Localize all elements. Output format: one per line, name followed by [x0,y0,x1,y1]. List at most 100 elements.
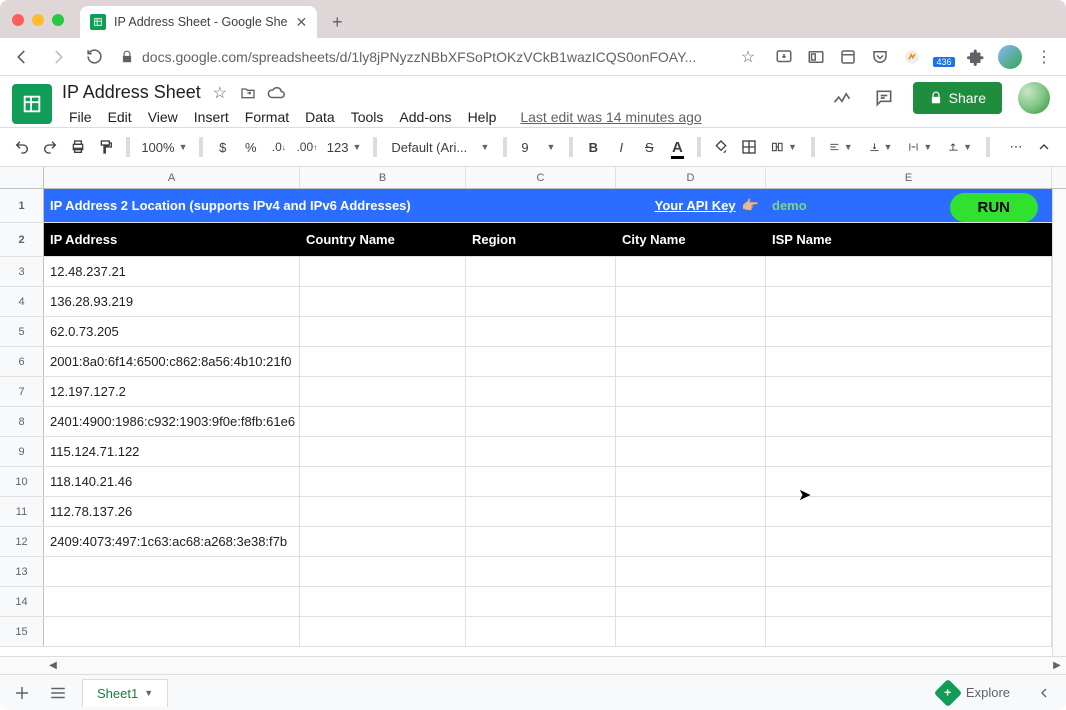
text-wrap-button[interactable]: ▼ [902,134,938,160]
cell[interactable] [766,257,1052,286]
menu-addons[interactable]: Add-ons [392,107,458,127]
cell[interactable]: 136.28.93.219 [44,287,300,316]
cell[interactable] [616,587,766,616]
sheet-tab[interactable]: Sheet1 ▼ [82,679,168,707]
cell[interactable] [466,317,616,346]
tab-close-icon[interactable]: ✕ [296,14,308,31]
share-button[interactable]: Share [913,82,1002,114]
cell[interactable]: 2001:8a0:6f14:6500:c862:8a56:4b10:21f0 [44,347,300,376]
close-window-button[interactable] [12,14,24,26]
cell[interactable] [616,347,766,376]
row-number[interactable]: 8 [0,407,44,436]
cell[interactable] [766,617,1052,646]
cell[interactable] [300,437,466,466]
col-header-c[interactable]: C [466,167,616,188]
comments-icon[interactable] [871,85,897,111]
font-size-select[interactable]: 9▼ [515,134,561,160]
merge-cells-button[interactable]: ▼ [765,134,803,160]
cell[interactable] [466,377,616,406]
row-number[interactable]: 4 [0,287,44,316]
reader-mode-icon[interactable] [806,47,826,67]
row-number[interactable]: 14 [0,587,44,616]
cell[interactable] [766,347,1052,376]
currency-button[interactable]: $ [211,134,235,160]
row-number[interactable]: 2 [0,223,44,256]
col-header-b[interactable]: B [300,167,466,188]
cell[interactable]: 2409:4073:497:1c63:ac68:a268:3e38:f7b [44,527,300,556]
row-number[interactable]: 9 [0,437,44,466]
star-icon[interactable]: ☆ [211,84,229,102]
cell[interactable] [616,557,766,586]
row-number[interactable]: 13 [0,557,44,586]
all-sheets-button[interactable] [46,681,70,705]
sheets-logo-icon[interactable] [12,84,52,124]
cell[interactable] [766,467,1052,496]
cell[interactable] [466,437,616,466]
cell[interactable] [466,347,616,376]
explore-icon[interactable]: + [934,678,962,706]
cell[interactable]: Your API Key 👉🏼 [616,189,766,222]
increase-decimal-button[interactable]: .00↑ [295,134,319,160]
cell[interactable] [44,557,300,586]
minimize-window-button[interactable] [32,14,44,26]
redo-button[interactable] [38,134,62,160]
scroll-right-icon[interactable]: ▶ [1048,660,1066,671]
side-panel-toggle-icon[interactable] [1032,681,1056,705]
menu-tools[interactable]: Tools [344,107,391,127]
account-avatar[interactable] [1018,82,1050,114]
cell[interactable] [44,587,300,616]
pocket-icon[interactable] [870,47,890,67]
zoom-select[interactable]: 100%▼ [138,134,191,160]
cell[interactable] [300,407,466,436]
cell[interactable] [766,287,1052,316]
cell[interactable] [616,257,766,286]
row-number[interactable]: 11 [0,497,44,526]
cell[interactable] [766,497,1052,526]
bookmark-star-icon[interactable]: ☆ [734,43,762,71]
sheet-tab-menu-icon[interactable]: ▼ [144,688,153,698]
number-format-select[interactable]: 123▼ [323,134,366,160]
cell[interactable] [300,467,466,496]
cell[interactable]: Country Name [300,223,466,256]
extension-icon-2[interactable] [902,47,922,67]
vertical-align-button[interactable]: ▼ [863,134,899,160]
menu-file[interactable]: File [62,107,99,127]
cell[interactable]: ISP Name [766,223,1052,256]
row-number[interactable]: 3 [0,257,44,286]
run-button[interactable]: RUN [950,193,1039,222]
cell[interactable] [300,347,466,376]
rss-icon[interactable]: 436 [934,47,954,67]
horizontal-scrollbar[interactable]: ◀ ▶ [0,656,1066,674]
menu-edit[interactable]: Edit [101,107,139,127]
cell[interactable]: 12.197.127.2 [44,377,300,406]
cell[interactable] [466,407,616,436]
cell[interactable] [616,617,766,646]
cell[interactable] [300,527,466,556]
explore-label[interactable]: Explore [966,685,1010,700]
row-number[interactable]: 12 [0,527,44,556]
cell[interactable] [466,287,616,316]
cell[interactable] [616,407,766,436]
menu-help[interactable]: Help [461,107,504,127]
menu-data[interactable]: Data [298,107,342,127]
cell[interactable] [766,317,1052,346]
cell[interactable] [466,527,616,556]
browser-profile-avatar[interactable] [998,45,1022,69]
cell[interactable] [466,497,616,526]
maximize-window-button[interactable] [52,14,64,26]
cell[interactable]: IP Address 2 Location (supports IPv4 and… [44,189,616,222]
text-rotation-button[interactable]: ▼ [942,134,978,160]
horizontal-align-button[interactable]: ▼ [823,134,859,160]
cell[interactable] [300,287,466,316]
cell[interactable]: 2401:4900:1986:c932:1903:9f0e:f8fb:61e6 [44,407,300,436]
cell[interactable] [300,557,466,586]
browser-tab[interactable]: IP Address Sheet - Google She ✕ [80,6,317,38]
cell[interactable] [466,617,616,646]
cell[interactable] [766,407,1052,436]
install-app-icon[interactable] [774,47,794,67]
cell[interactable]: 62.0.73.205 [44,317,300,346]
move-folder-icon[interactable] [239,84,257,102]
menu-format[interactable]: Format [238,107,296,127]
cell[interactable] [466,467,616,496]
row-number[interactable]: 10 [0,467,44,496]
